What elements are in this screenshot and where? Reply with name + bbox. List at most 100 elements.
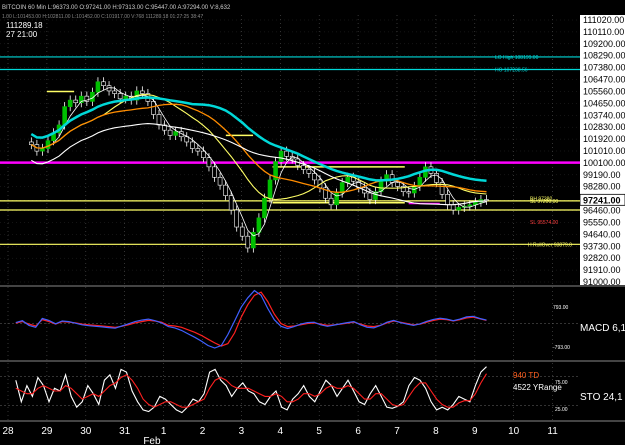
price-tick-label: 97241.00 xyxy=(583,195,621,205)
x-tick-label: 10 xyxy=(508,426,520,437)
price-tick-label: 108290.00 xyxy=(583,51,625,61)
price-tick-label: 93730.00 xyxy=(583,241,621,251)
x-tick-label: 6 xyxy=(355,426,361,437)
candle-down xyxy=(117,93,123,100)
chart-window: BITCOIN 60 Min L:96373.00 O:97241.00 H:9… xyxy=(0,0,625,445)
candle-down xyxy=(217,177,223,186)
candle-down xyxy=(29,141,34,145)
candle-down xyxy=(306,169,312,174)
price-tick-label: 101920.00 xyxy=(583,134,625,144)
candle-up xyxy=(95,81,101,93)
price-annotation: LO High 108199.00 xyxy=(495,55,539,61)
price-tick-label: 109200.00 xyxy=(583,39,625,49)
header-title: BITCOIN 60 Min L:96373.00 O:97241.00 H:9… xyxy=(2,5,231,11)
x-tick-label: 30 xyxy=(80,426,92,437)
price-tick-label: 96460.00 xyxy=(583,206,621,216)
candle-down xyxy=(284,150,289,157)
price-tick-label: 106470.00 xyxy=(583,75,625,85)
price-tick-label: 102830.00 xyxy=(583,122,625,132)
candle-down xyxy=(223,184,228,196)
candle-up xyxy=(256,217,262,233)
candle-down xyxy=(328,197,334,206)
price-annotation: SL 95574.00 xyxy=(530,220,558,226)
sto-tick-25: 25.00 xyxy=(555,407,568,413)
price-tick-label: 103740.00 xyxy=(583,110,625,120)
candle-up xyxy=(40,148,45,152)
candle-down xyxy=(367,192,373,200)
chart-canvas[interactable]: BITCOIN 60 Min L:96373.00 O:97241.00 H:9… xyxy=(0,0,625,445)
candle-down xyxy=(101,81,106,86)
candle-down xyxy=(151,101,156,115)
header-ohlc: 1.00 L:101453.00 H:102811.00 L:101452.00… xyxy=(2,14,203,20)
candle-down xyxy=(167,129,173,136)
candle-down xyxy=(140,90,145,94)
price-tick-label: 105560.00 xyxy=(583,86,625,96)
candle-down xyxy=(406,191,412,194)
x-tick-label: 11 xyxy=(547,426,558,437)
x-tick-label: 29 xyxy=(41,426,53,437)
candle-down xyxy=(190,141,195,149)
price-annotation: BH 97380 xyxy=(530,197,552,203)
candle-down xyxy=(395,182,400,187)
candle-up xyxy=(456,207,462,211)
price-tick-label: 104650.00 xyxy=(583,98,625,108)
price-tick-label: 98280.00 xyxy=(583,182,621,192)
x-tick-label: 5 xyxy=(316,426,322,437)
top-left-time: 27 21:00 xyxy=(6,30,38,39)
price-tick-label: 101010.00 xyxy=(583,146,625,156)
candle-up xyxy=(62,106,67,126)
candle-down xyxy=(234,209,240,228)
x-tick-label: 2 xyxy=(200,426,206,437)
candle-down xyxy=(312,173,317,181)
sto-label: STO 24,1 xyxy=(580,392,623,403)
candle-up xyxy=(345,177,351,183)
candle-down xyxy=(450,204,456,211)
candle-up xyxy=(173,131,178,136)
price-annotation: HO 107238.56 xyxy=(495,67,528,73)
macd-label: MACD 6,13 xyxy=(580,323,625,334)
price-tick-label: 99190.00 xyxy=(583,170,621,180)
x-tick-label: 3 xyxy=(239,426,245,437)
macd-tick-bottom: -793.00 xyxy=(553,345,570,351)
candle-down xyxy=(239,226,245,237)
price-tick-label: 92820.00 xyxy=(583,253,621,263)
price-tick-label: 91000.00 xyxy=(583,277,621,287)
candle-down xyxy=(301,165,306,170)
x-tick-label: 9 xyxy=(472,426,478,437)
price-tick-label: 95550.00 xyxy=(583,217,621,227)
price-tick-label: 94640.00 xyxy=(583,229,621,239)
x-tick-label: 4 xyxy=(278,426,284,437)
macd-tick-top: 793.00 xyxy=(553,305,569,311)
candle-down xyxy=(445,194,450,206)
candle-up xyxy=(267,179,273,199)
sto-tick-75: 75.00 xyxy=(555,380,568,386)
candle-down xyxy=(212,166,217,178)
candle-up xyxy=(67,99,73,107)
candle-down xyxy=(484,199,489,201)
candle-down xyxy=(201,150,206,158)
candle-down xyxy=(73,99,79,104)
candle-down xyxy=(195,148,201,152)
x-tick-label: 1 xyxy=(161,426,167,437)
candle-down xyxy=(206,157,212,168)
price-tick-label: 100100.00 xyxy=(583,158,625,168)
candle-down xyxy=(112,90,117,94)
price-tick-label: 91910.00 xyxy=(583,265,621,275)
x-tick-label: 8 xyxy=(433,426,439,437)
x-tick-label: 31 xyxy=(119,426,131,437)
x-tick-label: 7 xyxy=(394,426,400,437)
price-annotation: H RollOver 93879.0 xyxy=(528,242,572,248)
price-tick-label: 107380.00 xyxy=(583,63,625,73)
sto-text-td: 940 TD xyxy=(513,371,539,380)
candle-up xyxy=(262,197,267,219)
candle-down xyxy=(156,114,162,126)
x-month-label: Feb xyxy=(143,436,161,445)
top-left-price: 111289.18 xyxy=(6,21,43,30)
candle-down xyxy=(245,235,251,249)
candle-up xyxy=(123,95,128,100)
x-tick-label: 28 xyxy=(2,426,14,437)
price-tick-label: 111020.00 xyxy=(583,15,624,25)
candle-down xyxy=(228,195,234,211)
candle-up xyxy=(278,150,284,162)
price-tick-label: 110110.00 xyxy=(583,27,624,37)
